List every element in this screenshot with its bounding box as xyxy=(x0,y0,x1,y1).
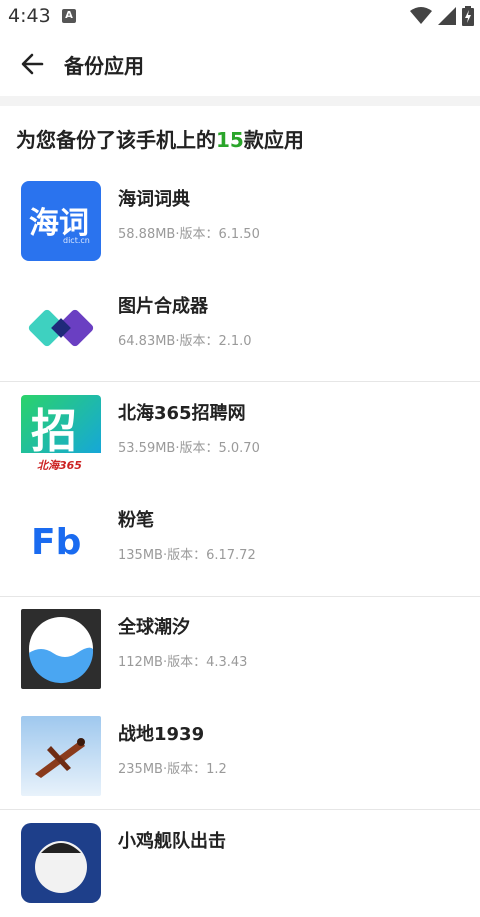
status-time: 4:43 xyxy=(8,5,51,27)
app-item[interactable]: 图片合成器 64.83MB·版本：2.1.0 xyxy=(0,275,480,382)
app-item[interactable]: 招 北海365 北海365招聘网 53.59MB·版本：5.0.70 xyxy=(0,382,480,489)
app-name: 全球潮汐 xyxy=(118,617,190,638)
signal-icon xyxy=(438,7,456,25)
warplane-icon xyxy=(21,716,101,796)
app-name: 战地1939 xyxy=(118,724,205,745)
image-combiner-icon xyxy=(21,288,101,368)
status-icons xyxy=(410,6,474,26)
app-item[interactable]: 全球潮汐 112MB·版本：4.3.43 xyxy=(0,596,480,703)
tide-icon xyxy=(21,609,101,689)
app-name: 图片合成器 xyxy=(118,296,208,317)
fenbi-icon: Fb xyxy=(21,502,101,582)
app-name: 粉笔 xyxy=(118,510,154,531)
status-bar: 4:43 A xyxy=(0,0,480,32)
app-item[interactable]: 战地1939 235MB·版本：1.2 xyxy=(0,703,480,810)
wifi-icon xyxy=(410,7,432,24)
app-item[interactable]: Fb 粉笔 135MB·版本：6.17.72 xyxy=(0,489,480,596)
app-name: 小鸡舰队出击 xyxy=(118,831,226,852)
app-name: 北海365招聘网 xyxy=(118,403,246,424)
chicken-fleet-icon xyxy=(21,823,101,903)
recruit-icon: 招 北海365 xyxy=(21,395,101,475)
app-meta: 112MB·版本：4.3.43 xyxy=(118,655,248,670)
section-divider xyxy=(0,96,480,106)
page-title: 备份应用 xyxy=(64,54,144,78)
summary-suffix: 款应用 xyxy=(243,128,304,152)
app-header: 备份应用 xyxy=(0,32,480,96)
app-item[interactable]: 海词 dict.cn 海词词典 58.88MB·版本：6.1.50 xyxy=(0,168,480,275)
summary-prefix: 为您备份了该手机上的 xyxy=(16,128,216,152)
app-name: 海词词典 xyxy=(118,189,190,210)
dict-icon: 海词 dict.cn xyxy=(21,181,101,261)
app-meta: 64.83MB·版本：2.1.0 xyxy=(118,334,252,349)
app-count: 15 xyxy=(216,128,244,152)
back-arrow-icon xyxy=(21,53,44,75)
app-item[interactable]: 小鸡舰队出击 xyxy=(0,810,480,917)
app-meta: 58.88MB·版本：6.1.50 xyxy=(118,227,260,242)
back-button[interactable] xyxy=(12,42,52,86)
notification-icon: A xyxy=(62,9,76,23)
app-meta: 235MB·版本：1.2 xyxy=(118,762,227,777)
app-meta: 135MB·版本：6.17.72 xyxy=(118,548,256,563)
app-meta: 53.59MB·版本：5.0.70 xyxy=(118,441,260,456)
backup-summary: 为您备份了该手机上的15款应用 xyxy=(16,124,304,153)
battery-icon xyxy=(462,6,474,26)
